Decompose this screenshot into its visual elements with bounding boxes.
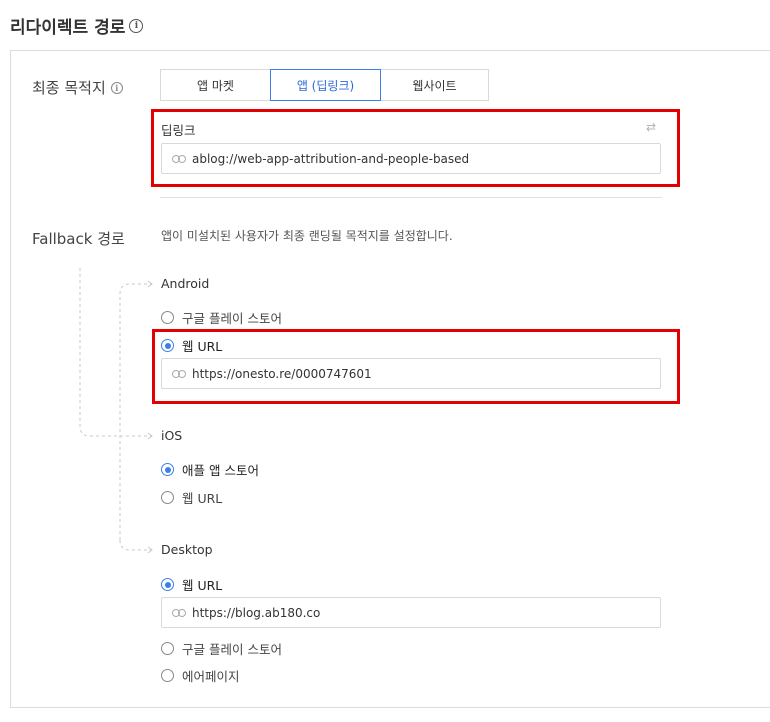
radio-button[interactable] <box>161 642 174 655</box>
tab-website[interactable]: 웹사이트 <box>380 69 489 101</box>
final-destination-label-text: 최종 목적지 <box>32 79 106 97</box>
info-icon[interactable]: i <box>129 18 144 33</box>
link-icon <box>172 369 186 378</box>
deeplink-input[interactable]: ablog://web-app-attribution-and-people-b… <box>161 143 661 174</box>
link-icon <box>172 608 186 617</box>
option-label: 구글 플레이 스토어 <box>182 311 282 326</box>
android-title: Android <box>161 276 210 291</box>
ios-option-app-store[interactable]: 애플 앱 스토어 <box>161 460 259 479</box>
android-option-web-url[interactable]: 웹 URL <box>161 336 222 355</box>
option-label: 에어페이지 <box>182 669 240 684</box>
final-destination-label: 최종 목적지 i <box>32 77 123 98</box>
desktop-option-google-play[interactable]: 구글 플레이 스토어 <box>161 639 282 658</box>
radio-button-checked[interactable] <box>161 463 174 476</box>
android-url-value: https://onesto.re/0000747601 <box>192 366 372 381</box>
deeplink-value: ablog://web-app-attribution-and-people-b… <box>192 151 470 166</box>
radio-button[interactable] <box>161 311 174 324</box>
android-option-google-play[interactable]: 구글 플레이 스토어 <box>161 308 282 327</box>
option-label: 애플 앱 스토어 <box>182 463 259 478</box>
divider <box>160 197 662 198</box>
ios-title: iOS <box>161 428 183 443</box>
destination-tabs: 앱 마켓 앱 (딥링크) 웹사이트 <box>160 69 489 101</box>
tab-app-deeplink[interactable]: 앱 (딥링크) <box>270 69 381 101</box>
desktop-option-web-url[interactable]: 웹 URL <box>161 575 222 594</box>
desktop-option-airpage[interactable]: 에어페이지 <box>161 666 240 685</box>
fallback-description: 앱이 미설치된 사용자가 최종 랜딩될 목적지를 설정합니다. <box>161 229 453 243</box>
deeplink-label: 딥링크 <box>161 123 196 138</box>
option-label: 웹 URL <box>182 491 223 506</box>
option-label: 구글 플레이 스토어 <box>182 642 282 657</box>
tab-app-market[interactable]: 앱 마켓 <box>160 69 271 101</box>
desktop-url-input[interactable]: https://blog.ab180.co <box>161 597 661 628</box>
section-title-text: 리다이렉트 경로 <box>10 18 126 38</box>
info-icon[interactable]: i <box>110 81 123 94</box>
link-icon <box>172 154 186 163</box>
desktop-url-value: https://blog.ab180.co <box>192 605 321 620</box>
radio-button-checked[interactable] <box>161 339 174 352</box>
fallback-label: Fallback 경로 <box>32 230 125 248</box>
option-label: 웹 URL <box>182 339 223 354</box>
desktop-title: Desktop <box>161 542 213 557</box>
radio-button[interactable] <box>161 669 174 682</box>
swap-arrows-icon[interactable]: ⇄ <box>646 120 656 134</box>
option-label: 웹 URL <box>182 578 223 593</box>
radio-button[interactable] <box>161 491 174 504</box>
ios-option-web-url[interactable]: 웹 URL <box>161 488 222 507</box>
radio-button-checked[interactable] <box>161 578 174 591</box>
android-url-input[interactable]: https://onesto.re/0000747601 <box>161 358 661 389</box>
section-title: 리다이렉트 경로 i <box>10 13 144 38</box>
